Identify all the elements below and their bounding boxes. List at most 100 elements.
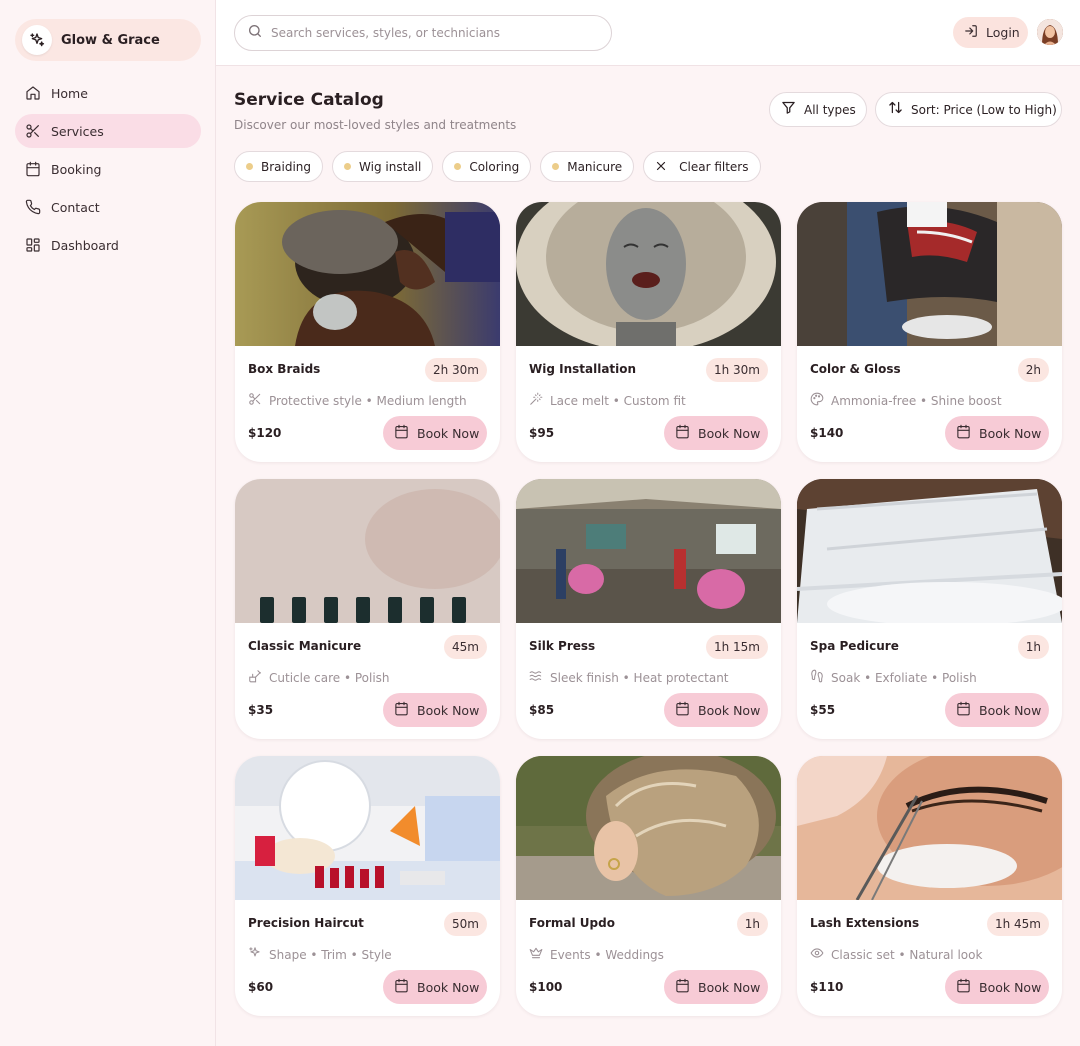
- service-description: Lace melt • Custom fit: [529, 391, 686, 410]
- service-card-formal-updo: Formal Updo 1h Events • Weddings $100 Bo…: [516, 756, 781, 1016]
- page-title: Service Catalog: [234, 90, 384, 110]
- duration-badge: 1h 45m: [986, 912, 1049, 936]
- service-title: Wig Installation: [529, 362, 637, 376]
- search-bar[interactable]: [234, 15, 612, 51]
- brand-name: Glow & Grace: [61, 32, 160, 48]
- sidebar-item-label: Home: [51, 85, 88, 101]
- service-card-wig-installation: Wig Installation 1h 30m Lace melt • Cust…: [516, 202, 781, 462]
- sidebar-item-contact[interactable]: Contact: [15, 190, 201, 224]
- book-now-button[interactable]: Book Now: [383, 416, 487, 450]
- login-button[interactable]: Login: [953, 17, 1028, 48]
- service-image: [797, 202, 1062, 346]
- service-card-precision-haircut: Precision Haircut 50m Shape • Trim • Sty…: [235, 756, 500, 1016]
- service-description: Cuticle care • Polish: [248, 668, 390, 687]
- calendar-icon: [956, 701, 971, 720]
- service-description: Classic set • Natural look: [810, 945, 982, 964]
- scissors-icon: [248, 391, 262, 410]
- description-text: Classic set • Natural look: [831, 947, 983, 962]
- top-header: Login: [216, 0, 1080, 66]
- clear-filters-button[interactable]: Clear filters: [643, 151, 761, 182]
- type-filter-label: All types: [804, 102, 856, 117]
- service-card-classic-manicure: Classic Manicure 45m Cuticle care • Poli…: [235, 479, 500, 739]
- service-price: $100: [529, 980, 563, 994]
- service-description: Events • Weddings: [529, 945, 664, 964]
- search-icon: [247, 23, 263, 43]
- sidebar-item-label: Contact: [51, 199, 100, 215]
- type-filter-button[interactable]: All types: [769, 92, 867, 127]
- service-title: Classic Manicure: [248, 639, 362, 653]
- sidebar-item-label: Dashboard: [51, 237, 119, 253]
- service-card-spa-pedicure: Spa Pedicure 1h Soak • Exfoliate • Polis…: [797, 479, 1062, 739]
- chip-braiding[interactable]: Braiding: [234, 151, 324, 182]
- sparkles-icon: [22, 25, 52, 55]
- service-image: [516, 202, 781, 346]
- description-text: Events • Weddings: [550, 947, 664, 962]
- duration-badge: 1h: [1017, 635, 1049, 659]
- chip-label: Wig install: [359, 159, 422, 174]
- calendar-icon: [675, 701, 690, 720]
- description-text: Protective style • Medium length: [269, 393, 467, 408]
- calendar-icon: [675, 978, 690, 997]
- brand[interactable]: Glow & Grace: [15, 19, 201, 61]
- book-now-label: Book Now: [979, 702, 1042, 718]
- description-text: Soak • Exfoliate • Polish: [831, 670, 977, 685]
- duration-badge: 1h 15m: [705, 635, 768, 659]
- chip-manicure[interactable]: Manicure: [540, 151, 635, 182]
- service-image: [516, 756, 781, 900]
- avatar[interactable]: [1037, 19, 1063, 45]
- description-text: Shape • Trim • Style: [269, 947, 392, 962]
- service-title: Color & Gloss: [810, 362, 901, 376]
- grid-icon: [25, 237, 41, 253]
- service-image: [516, 479, 781, 623]
- duration-badge: 2h: [1017, 358, 1049, 382]
- book-now-button[interactable]: Book Now: [383, 693, 487, 727]
- service-card-lash-extensions: Lash Extensions 1h 45m Classic set • Nat…: [797, 756, 1062, 1016]
- book-now-button[interactable]: Book Now: [945, 970, 1049, 1004]
- login-label: Login: [986, 25, 1020, 40]
- chip-label: Manicure: [567, 159, 623, 174]
- chip-dot: [552, 163, 560, 170]
- book-now-button[interactable]: Book Now: [945, 693, 1049, 727]
- duration-badge: 50m: [444, 912, 487, 936]
- chip-dot: [454, 163, 462, 170]
- chip-wig-install[interactable]: Wig install: [332, 151, 434, 182]
- phone-icon: [25, 199, 41, 215]
- book-now-button[interactable]: Book Now: [664, 693, 768, 727]
- book-now-button[interactable]: Book Now: [945, 416, 1049, 450]
- service-description: Ammonia-free • Shine boost: [810, 391, 1002, 410]
- calendar-icon: [956, 978, 971, 997]
- book-now-label: Book Now: [698, 979, 761, 995]
- service-price: $110: [810, 980, 844, 994]
- book-now-button[interactable]: Book Now: [383, 970, 487, 1004]
- sidebar-item-services[interactable]: Services: [15, 114, 201, 148]
- footprints-icon: [810, 668, 824, 687]
- book-now-button[interactable]: Book Now: [664, 970, 768, 1004]
- clear-filters-label: Clear filters: [679, 159, 749, 174]
- book-now-label: Book Now: [698, 425, 761, 441]
- service-title: Precision Haircut: [248, 916, 364, 930]
- chip-label: Coloring: [469, 159, 520, 174]
- close-icon: [655, 157, 667, 176]
- service-description: Soak • Exfoliate • Polish: [810, 668, 977, 687]
- description-text: Cuticle care • Polish: [269, 670, 390, 685]
- sidebar: Glow & Grace Home Services Booking Conta…: [0, 0, 216, 1046]
- sidebar-item-dashboard[interactable]: Dashboard: [15, 228, 201, 262]
- sort-button[interactable]: Sort: Price (Low to High): [875, 92, 1062, 127]
- book-now-label: Book Now: [417, 425, 480, 441]
- chip-dot: [344, 163, 352, 170]
- search-input[interactable]: [271, 26, 591, 40]
- book-now-label: Book Now: [698, 702, 761, 718]
- service-title: Lash Extensions: [810, 916, 920, 930]
- service-description: Sleek finish • Heat protectant: [529, 668, 729, 687]
- sidebar-item-home[interactable]: Home: [15, 76, 201, 110]
- scissors-icon: [25, 123, 41, 139]
- sidebar-item-booking[interactable]: Booking: [15, 152, 201, 186]
- book-now-button[interactable]: Book Now: [664, 416, 768, 450]
- duration-badge: 1h 30m: [705, 358, 768, 382]
- chip-coloring[interactable]: Coloring: [442, 151, 532, 182]
- duration-badge: 2h 30m: [424, 358, 487, 382]
- sidebar-nav: Home Services Booking Contact Dashboard: [15, 76, 201, 266]
- service-image: [797, 756, 1062, 900]
- page-subtitle: Discover our most-loved styles and treat…: [234, 118, 517, 132]
- chip-label: Braiding: [261, 159, 312, 174]
